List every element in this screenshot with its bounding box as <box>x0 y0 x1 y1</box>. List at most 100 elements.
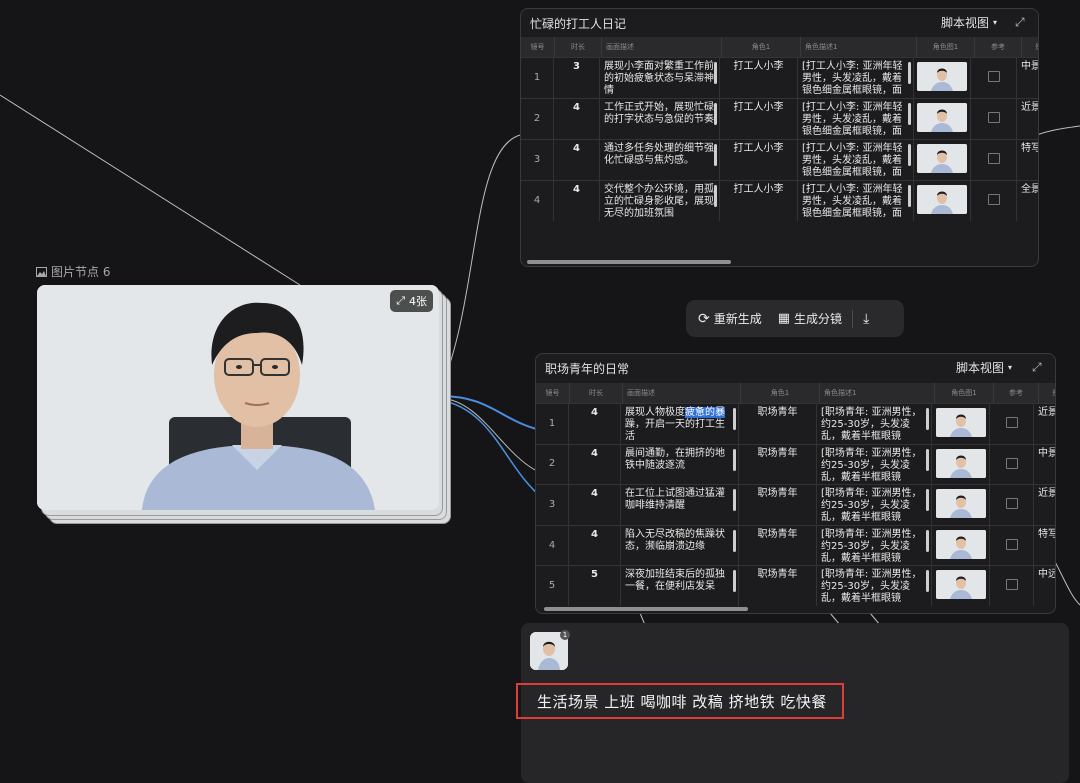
role-image-cell[interactable] <box>932 404 990 444</box>
role-cell[interactable]: 职场青年 <box>739 404 817 444</box>
description-cell[interactable]: 展现人物极度疲惫的暴躁，开启一天的打工生活 <box>621 404 739 444</box>
role-image-cell[interactable] <box>914 181 971 221</box>
role-description-cell[interactable]: [职场青年: 亚洲男性，约25-30岁，头发凌乱，戴着半框眼镜 <box>817 525 932 566</box>
role-thumbnail[interactable] <box>935 489 986 519</box>
image-count-badge[interactable]: ⤢ 4张 <box>390 290 433 312</box>
prompt-card[interactable]: 1 生活场景 上班 喝咖啡 改稿 挤地铁 吃快餐 <box>516 623 1069 783</box>
duration-cell[interactable]: 4 <box>554 181 600 221</box>
table-row[interactable]: 3 4 通过多任务处理的细节强化忙碌感与焦灼感。 打工人小李 [打工人小李: 亚洲年轻男… <box>521 139 1038 180</box>
reference-cell[interactable] <box>971 140 1017 180</box>
shot-size-cell[interactable]: 中远 <box>1034 566 1055 606</box>
role-thumbnail[interactable] <box>917 103 967 132</box>
duration-cell[interactable]: 4 <box>569 525 621 566</box>
table-row[interactable]: 4 4 陷入无尽改稿的焦躁状态，濒临崩溃边缘 职场青年 [职场青年: 亚洲男性，约25-… <box>536 524 1055 566</box>
cell-scrollbar[interactable] <box>714 144 717 166</box>
role-thumbnail[interactable] <box>917 62 967 91</box>
cell-scrollbar[interactable] <box>926 570 929 593</box>
prompt-text[interactable]: 生活场景 上班 喝咖啡 改稿 挤地铁 吃快餐 <box>516 683 844 719</box>
shot-size-cell[interactable]: 特写 <box>1034 526 1055 566</box>
reference-cell[interactable] <box>990 444 1034 485</box>
role-cell[interactable]: 职场青年 <box>739 525 817 566</box>
role-image-cell[interactable] <box>914 140 971 180</box>
role-image-cell[interactable] <box>932 485 990 525</box>
cell-scrollbar[interactable] <box>926 529 929 552</box>
generate-storyboard-button[interactable]: ▦ 生成分镜 <box>770 310 850 327</box>
shot-size-cell[interactable]: 中景 <box>1034 445 1055 485</box>
cell-scrollbar[interactable] <box>714 103 717 125</box>
shot-size-cell[interactable]: 中景 <box>1017 58 1038 98</box>
shot-size-cell[interactable]: 近景 <box>1034 404 1055 444</box>
duration-cell[interactable]: 4 <box>569 485 621 525</box>
table-row[interactable]: 3 4 在工位上试图通过猛灌咖啡维持清醒 职场青年 [职场青年: 亚洲男性，约25-30… <box>536 484 1055 525</box>
shot-size-cell[interactable]: 近景 <box>1034 485 1055 525</box>
shot-size-cell[interactable]: 全景 <box>1017 181 1038 221</box>
role-image-cell[interactable] <box>932 566 990 606</box>
reference-cell[interactable] <box>990 525 1034 566</box>
table-row[interactable]: 1 3 展现小李面对繁重工作前的初始疲惫状态与呆滞神情 打工人小李 [打工人小李: 亚洲… <box>521 57 1038 98</box>
description-cell[interactable]: 晨间通勤，在拥挤的地铁中随波逐流 <box>621 444 739 485</box>
reference-cell[interactable] <box>971 181 1017 221</box>
role-cell[interactable]: 职场青年 <box>739 444 817 485</box>
script-panel-top[interactable]: 忙碌的打工人日记 脚本视图 ▾ ⤢ 镜号 时长 画面描述 角色1 角色描述1 角… <box>520 8 1039 267</box>
cell-scrollbar[interactable] <box>926 408 929 430</box>
expand-icon[interactable]: ⤢ <box>1032 360 1042 375</box>
role-thumbnail[interactable] <box>935 529 986 559</box>
cell-scrollbar[interactable] <box>908 185 911 207</box>
reference-cell[interactable] <box>990 404 1034 444</box>
description-cell[interactable]: 工作正式开始，展现忙碌的打字状态与急促的节奏 <box>600 99 720 139</box>
description-cell[interactable]: 在工位上试图通过猛灌咖啡维持清醒 <box>621 485 739 525</box>
role-description-cell[interactable]: [打工人小李: 亚洲年轻男性，头发凌乱，戴着银色细金属框眼镜，面 <box>798 99 914 139</box>
role-description-cell[interactable]: [职场青年: 亚洲男性，约25-30岁，头发凌乱，戴着半框眼镜 <box>817 566 932 606</box>
role-thumbnail[interactable] <box>935 570 986 600</box>
view-mode-select[interactable]: 脚本视图 ▾ <box>941 14 997 31</box>
script-panel-bottom[interactable]: 职场青年的日常 脚本视图 ▾ ⤢ 镜号 时长 画面描述 角色1 角色描述1 角色… <box>535 353 1056 614</box>
cell-scrollbar[interactable] <box>714 62 717 84</box>
duration-cell[interactable]: 3 <box>554 58 600 98</box>
table-row[interactable]: 1 4 展现人物极度疲惫的暴躁，开启一天的打工生活 职场青年 [职场青年: 亚洲男性，约… <box>536 403 1055 444</box>
role-cell[interactable]: 打工人小李 <box>720 99 798 139</box>
role-description-cell[interactable]: [打工人小李: 亚洲年轻男性，头发凌乱，戴着银色细金属框眼镜，面 <box>798 58 914 98</box>
table-row[interactable]: 4 4 交代整个办公环境，用孤立的忙碌身影收尾，展现无尽的加班氛围 打工人小李 [打工人… <box>521 180 1038 221</box>
cell-scrollbar[interactable] <box>733 529 736 552</box>
expand-icon[interactable]: ⤢ <box>1015 15 1025 30</box>
role-cell[interactable]: 职场青年 <box>739 566 817 606</box>
duration-cell[interactable]: 4 <box>569 444 621 485</box>
role-image-cell[interactable] <box>932 525 990 566</box>
cell-scrollbar[interactable] <box>908 62 911 84</box>
cell-scrollbar[interactable] <box>733 489 736 512</box>
role-description-cell[interactable]: [职场青年: 亚洲男性，约25-30岁，头发凌乱，戴着半框眼镜 <box>817 444 932 485</box>
reference-cell[interactable] <box>971 58 1017 98</box>
role-image-cell[interactable] <box>932 444 990 485</box>
cell-scrollbar[interactable] <box>733 448 736 471</box>
cell-scrollbar[interactable] <box>714 185 717 207</box>
cell-scrollbar[interactable] <box>733 408 736 430</box>
cell-scrollbar[interactable] <box>908 103 911 125</box>
horizontal-scrollbar[interactable] <box>527 260 731 264</box>
role-thumbnail[interactable] <box>917 185 967 214</box>
download-button[interactable]: ⤓ <box>855 311 877 327</box>
role-description-cell[interactable]: [职场青年: 亚洲男性，约25-30岁，头发凌乱，戴着半框眼镜 <box>817 404 932 444</box>
role-description-cell[interactable]: [打工人小李: 亚洲年轻男性，头发凌乱，戴着银色细金属框眼镜，面 <box>798 140 914 180</box>
image-node[interactable]: ⤢ 4张 <box>37 285 451 524</box>
role-cell[interactable]: 打工人小李 <box>720 140 798 180</box>
role-cell[interactable]: 打工人小李 <box>720 181 798 221</box>
description-cell[interactable]: 交代整个办公环境，用孤立的忙碌身影收尾，展现无尽的加班氛围 <box>600 181 720 221</box>
role-cell[interactable]: 打工人小李 <box>720 58 798 98</box>
description-cell[interactable]: 深夜加班结束后的孤独一餐，在便利店发呆 <box>621 566 739 606</box>
table-row[interactable]: 2 4 工作正式开始，展现忙碌的打字状态与急促的节奏 打工人小李 [打工人小李: 亚洲年… <box>521 98 1038 139</box>
duration-cell[interactable]: 4 <box>554 99 600 139</box>
reference-cell[interactable] <box>990 566 1034 606</box>
view-mode-select[interactable]: 脚本视图 ▾ <box>956 359 1012 376</box>
duration-cell[interactable]: 4 <box>569 404 621 444</box>
role-image-cell[interactable] <box>914 99 971 139</box>
role-thumbnail[interactable] <box>917 144 967 173</box>
cell-scrollbar[interactable] <box>926 489 929 512</box>
regenerate-button[interactable]: ⟳ 重新生成 <box>686 310 770 327</box>
description-cell[interactable]: 通过多任务处理的细节强化忙碌感与焦灼感。 <box>600 140 720 180</box>
reference-cell[interactable] <box>971 99 1017 139</box>
cell-scrollbar[interactable] <box>926 448 929 471</box>
role-description-cell[interactable]: [职场青年: 亚洲男性，约25-30岁，头发凌乱，戴着半框眼镜 <box>817 485 932 525</box>
cell-scrollbar[interactable] <box>908 144 911 166</box>
description-cell[interactable]: 展现小李面对繁重工作前的初始疲惫状态与呆滞神情 <box>600 58 720 98</box>
role-cell[interactable]: 职场青年 <box>739 485 817 525</box>
